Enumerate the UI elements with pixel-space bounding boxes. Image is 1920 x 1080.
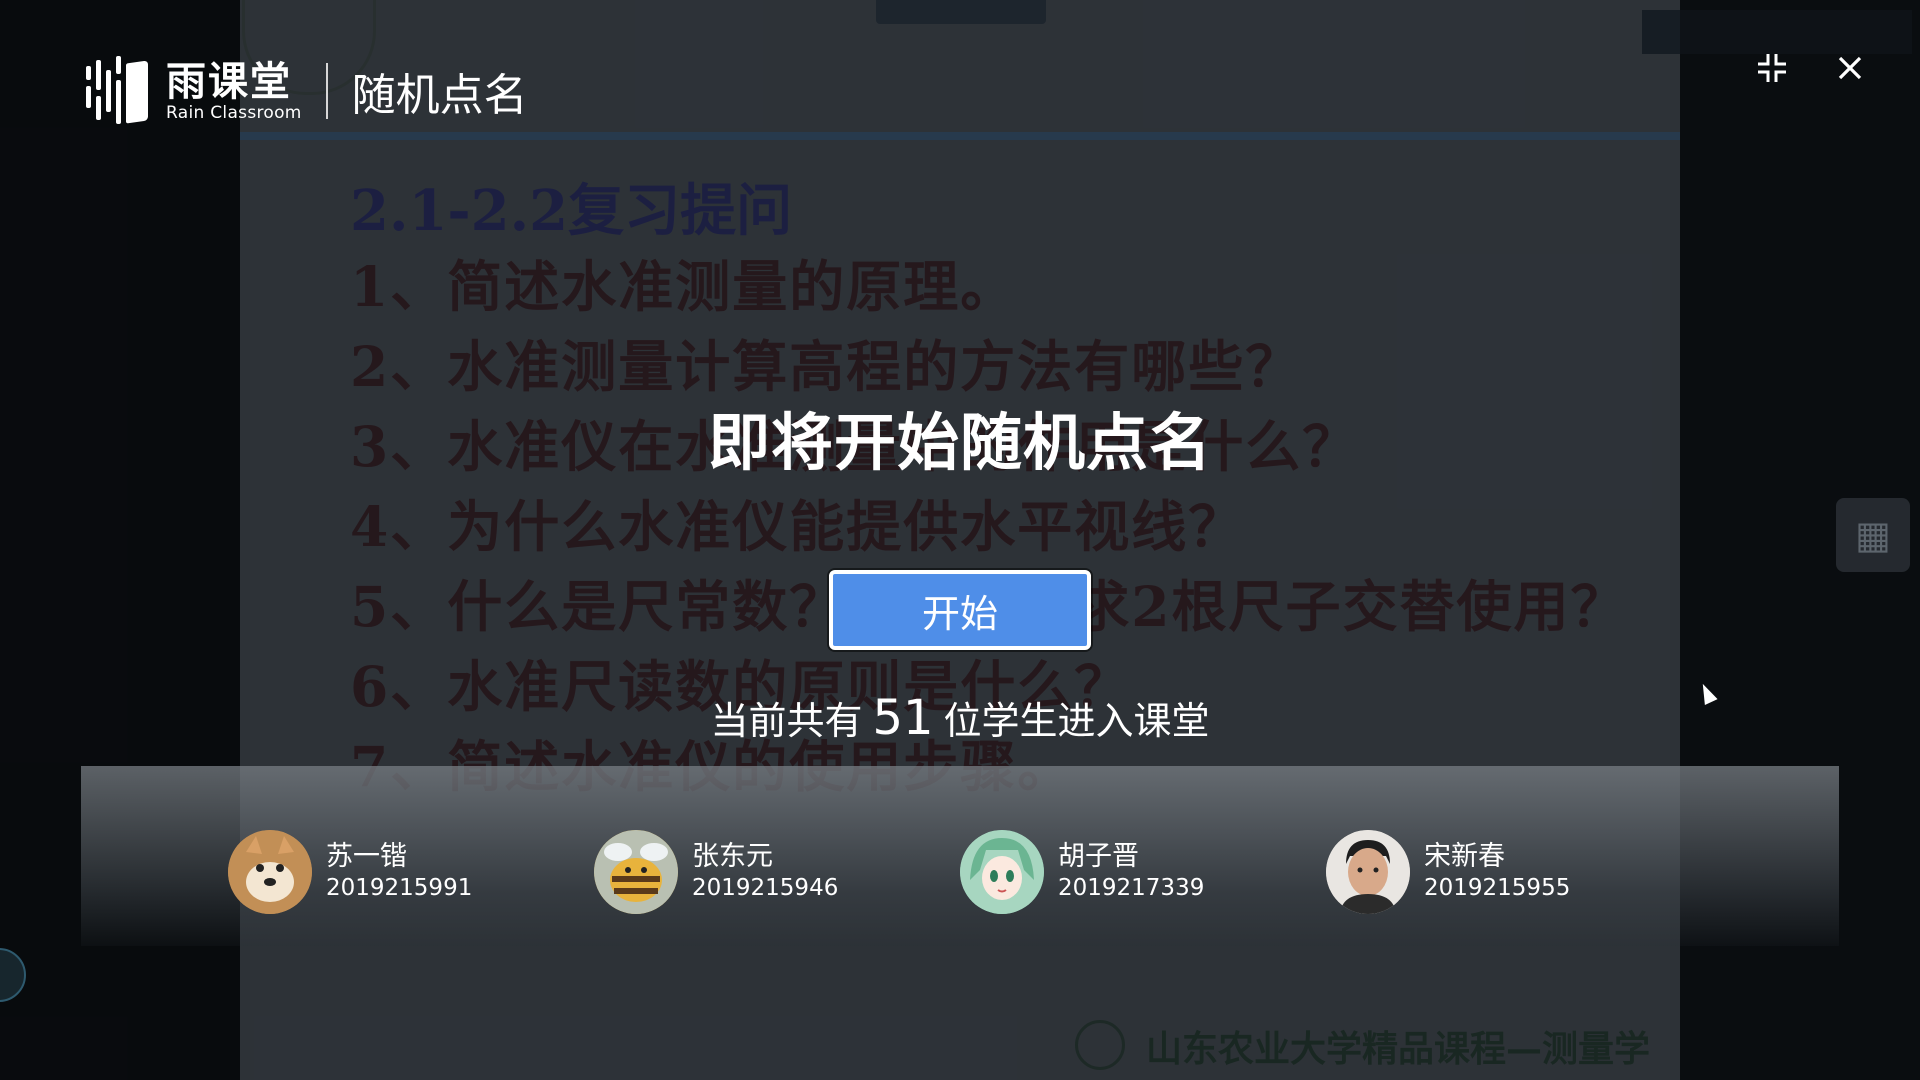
student-card: 张东元 2019215946 (594, 830, 838, 914)
student-card: 胡子晋 2019217339 (960, 830, 1204, 914)
student-id: 2019215955 (1424, 875, 1571, 901)
student-name: 张东元 (692, 841, 773, 872)
close-x-icon (1838, 56, 1862, 80)
student-name: 苏一锴 (326, 841, 407, 872)
student-id: 2019215946 (692, 875, 839, 901)
brand-name-cn: 雨课堂 (166, 59, 292, 105)
student-count-line: 当前共有 51 位学生进入课堂 (0, 690, 1920, 746)
count-suffix: 位学生进入课堂 (943, 699, 1210, 743)
student-id: 2019217339 (1058, 875, 1205, 901)
anime-girl-avatar (960, 830, 1044, 914)
student-id: 2019215991 (326, 875, 473, 901)
student-count: 51 (872, 690, 934, 746)
person-photo-avatar (1326, 830, 1410, 914)
brand-header: 雨课堂 Rain Classroom 随机点名 (86, 56, 528, 126)
page-title: 随机点名 (351, 70, 528, 121)
compress-icon[interactable] (1752, 48, 1792, 88)
student-card: 宋新春 2019215955 (1326, 830, 1570, 914)
exit-fullscreen-icon (1758, 54, 1786, 82)
apps-grid-icon[interactable]: ▦ (1836, 498, 1910, 572)
student-card: 苏一锴 2019215991 (228, 830, 472, 914)
brand-divider (325, 63, 328, 119)
count-prefix: 当前共有 (710, 699, 863, 743)
rollcall-headline: 即将开始随机点名 (707, 406, 1212, 479)
rain-classroom-logo-icon (86, 56, 152, 126)
student-name: 宋新春 (1424, 841, 1505, 872)
start-button[interactable]: 开始 (829, 570, 1091, 650)
cartoon-bee-avatar (594, 830, 678, 914)
brand-text: 雨课堂 Rain Classroom (166, 60, 302, 122)
shiba-dog-avatar (228, 830, 312, 914)
close-icon[interactable] (1830, 48, 1870, 88)
student-name: 胡子晋 (1058, 841, 1139, 872)
brand-name-en: Rain Classroom (166, 103, 302, 123)
